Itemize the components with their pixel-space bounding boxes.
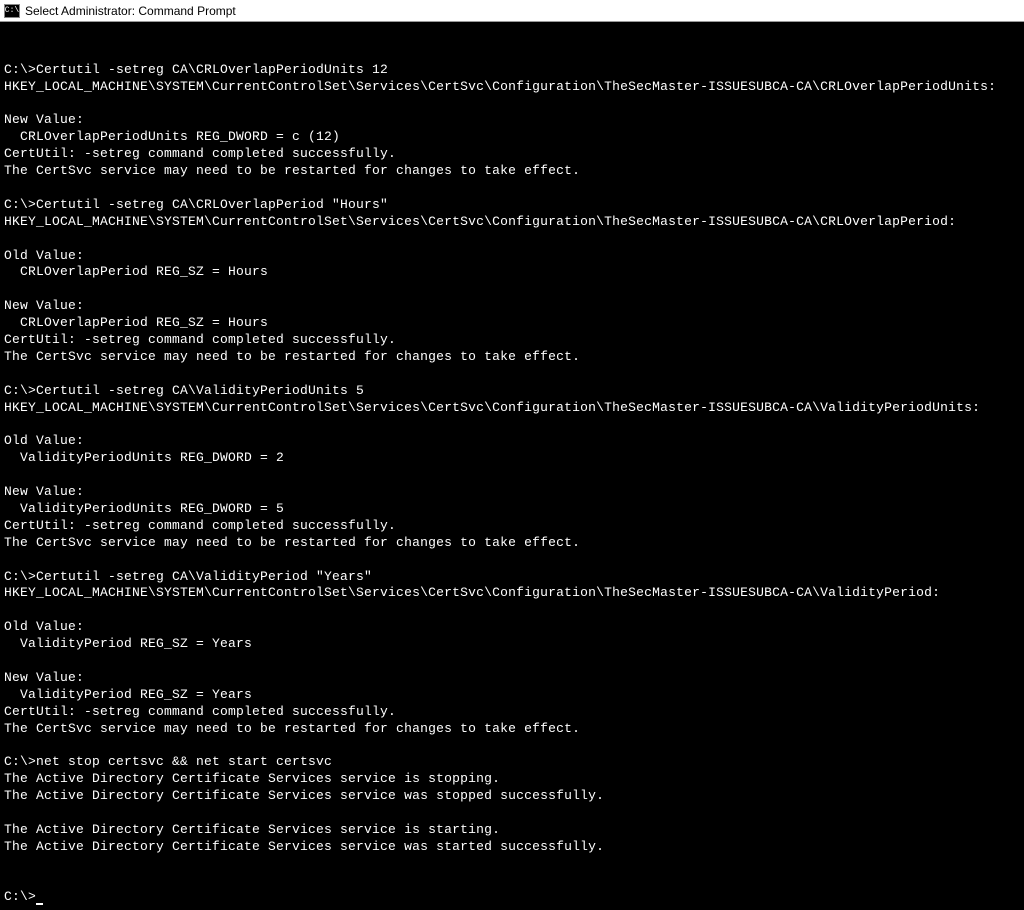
cmd-icon: C:\ <box>4 4 20 18</box>
window-titlebar[interactable]: C:\ Select Administrator: Command Prompt <box>0 0 1024 22</box>
terminal-output[interactable]: C:\>Certutil -setreg CA\CRLOverlapPeriod… <box>0 22 1024 910</box>
terminal-text: C:\>Certutil -setreg CA\CRLOverlapPeriod… <box>4 62 996 854</box>
window-title: Select Administrator: Command Prompt <box>25 4 236 18</box>
terminal-prompt: C:\> <box>4 889 36 904</box>
cursor-icon <box>36 903 43 905</box>
